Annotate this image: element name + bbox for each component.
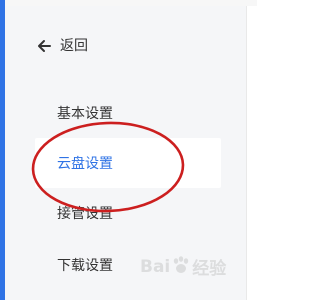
menu-item-label: 基本设置 [57, 106, 113, 122]
menu-item-takeover-settings[interactable]: 接管设置 [35, 188, 221, 238]
menu-item-download-settings[interactable]: 下载设置 [35, 240, 221, 290]
back-label: 返回 [60, 38, 88, 54]
menu-item-label: 接管设置 [57, 206, 113, 222]
arrow-left-icon [36, 38, 52, 54]
back-button[interactable]: 返回 [36, 34, 88, 58]
settings-window: 返回 基本设置 云盘设置 接管设置 下载设置 Bai 经验 [0, 0, 257, 300]
settings-content-panel [246, 6, 257, 300]
menu-item-label: 云盘设置 [57, 156, 113, 172]
menu-item-basic-settings[interactable]: 基本设置 [35, 88, 221, 138]
menu-item-cloud-settings[interactable]: 云盘设置 [35, 138, 221, 188]
menu-item-label: 下载设置 [57, 258, 113, 274]
